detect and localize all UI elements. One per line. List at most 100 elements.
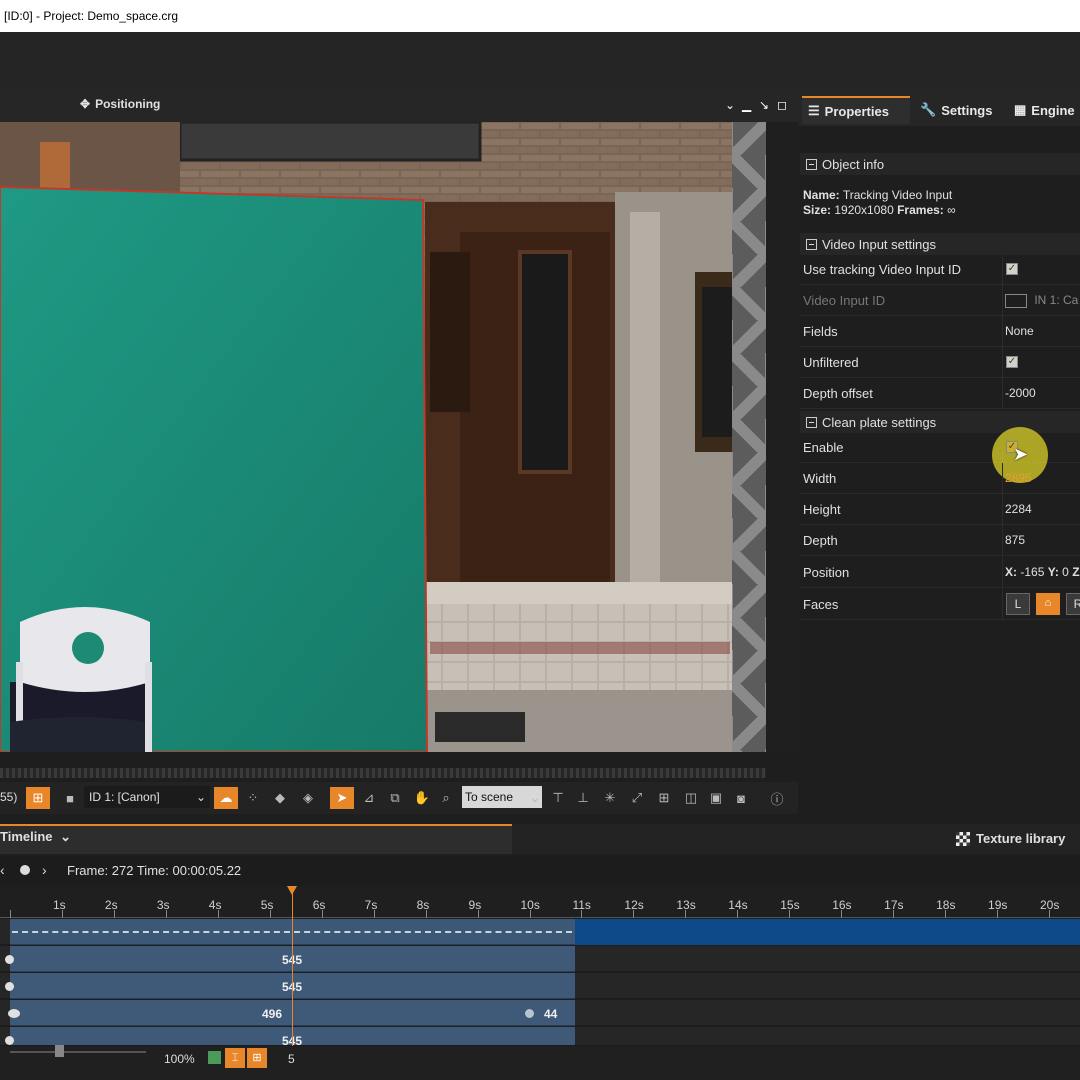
collapse-icon[interactable] <box>806 416 817 428</box>
ruler-label: 2s <box>104 898 118 912</box>
video-input-id-value: IN 1: Ca <box>1005 293 1078 308</box>
ruler-label: 1s <box>52 898 66 912</box>
ruler-label: 8s <box>416 898 430 912</box>
prop-row-video-input-id: Video Input ID IN 1: Ca <box>800 285 1080 316</box>
timeline-tab[interactable] <box>0 824 512 854</box>
fit-timeline-icon[interactable]: ⌶ <box>225 1048 245 1068</box>
depth-offset-value[interactable]: -2000 <box>1005 386 1036 400</box>
fields-value[interactable]: None <box>1005 324 1034 338</box>
align-center-icon[interactable]: ⊥ <box>571 787 595 809</box>
section-object-info[interactable]: Object info <box>800 153 1080 175</box>
section-clean-plate[interactable]: Clean plate settings <box>800 411 1080 433</box>
unfiltered-checkbox[interactable]: ✓ <box>1006 356 1018 368</box>
split-icon[interactable]: ◫ <box>679 787 703 809</box>
collapse-icon[interactable] <box>806 158 817 170</box>
texture-library-tab[interactable]: Texture library <box>956 831 1065 846</box>
use-tracking-checkbox[interactable]: ✓ <box>1006 263 1018 275</box>
grid-icon[interactable]: ⊞ <box>652 787 676 809</box>
viewport-title[interactable]: ✥ Positioning <box>80 97 160 111</box>
zoom-slider-handle[interactable] <box>55 1045 64 1057</box>
keyframe-dot[interactable] <box>5 1036 14 1045</box>
face-left-icon[interactable]: L <box>1006 593 1030 615</box>
measure-icon[interactable]: ⊿ <box>357 787 381 809</box>
face-back-icon[interactable]: ⌂ <box>1036 593 1060 615</box>
zoom-slider[interactable] <box>10 1051 146 1053</box>
tab-engine[interactable]: ▦ Engine <box>1008 96 1080 124</box>
prop-row-depth: Depth 875 <box>800 525 1080 556</box>
nodes-icon[interactable]: ⁘ <box>241 787 265 809</box>
maximize-icon[interactable]: ◻ <box>777 98 787 112</box>
frame-partial: 55) <box>0 790 18 804</box>
prev-frame-icon[interactable]: ‹ <box>0 862 5 878</box>
position-value[interactable]: X: -165 Y: 0 Z <box>1005 565 1080 579</box>
grid-snap-icon[interactable]: ⊞ <box>247 1048 267 1068</box>
viewport-title-label: Positioning <box>95 97 161 111</box>
frame-select-icon[interactable]: ⧉ <box>383 787 407 809</box>
viewport-scrollbar[interactable] <box>766 122 798 752</box>
mouse-cursor-icon: ➤ <box>1013 444 1029 464</box>
fit-icon[interactable]: ⤢ <box>625 787 649 809</box>
keyframe-dot[interactable] <box>525 1009 534 1018</box>
keyframe-dot[interactable] <box>8 1009 20 1018</box>
height-value[interactable]: 2284 <box>1005 502 1032 516</box>
ruler-label: 3s <box>156 898 170 912</box>
object-size-line: Size: 1920x1080 Frames: ∞ <box>803 203 956 217</box>
tab-settings[interactable]: 🔧 Settings <box>914 96 998 124</box>
ruler-label: 15s <box>780 898 800 912</box>
ruler-label: 17s <box>884 898 904 912</box>
ruler-label: 12s <box>624 898 644 912</box>
keyframe-dot[interactable] <box>5 982 14 991</box>
ruler-label: 16s <box>832 898 852 912</box>
prop-row-unfiltered: Unfiltered ✓ <box>800 347 1080 378</box>
cubes-icon[interactable]: ◈ <box>296 787 320 809</box>
keyframe-dot[interactable] <box>5 955 14 964</box>
zoom-icon[interactable]: ⌕ <box>434 787 458 809</box>
chevron-down-icon[interactable]: ⌄ <box>523 787 547 809</box>
ruler-label: 7s <box>364 898 378 912</box>
timeline-title[interactable]: Timeline ⌄ <box>0 829 71 845</box>
chevron-down-icon[interactable]: ⌄ <box>725 98 735 112</box>
hand-icon[interactable]: ✋ <box>410 787 434 809</box>
ruler-label: 11s <box>572 898 591 912</box>
snapshot-icon[interactable]: ◙ <box>729 787 753 809</box>
snap-icon[interactable]: ✳ <box>598 787 622 809</box>
layout-icon[interactable]: ⊞ <box>26 787 50 809</box>
info-icon[interactable]: ⓘ <box>765 787 789 809</box>
scene-viewport[interactable] <box>0 122 732 752</box>
section-video-input[interactable]: Video Input settings <box>800 233 1080 255</box>
width-value[interactable]: 2895 <box>1005 471 1032 485</box>
playhead[interactable] <box>292 890 293 1046</box>
restore-icon[interactable]: ↘ <box>759 98 769 112</box>
safe-area-icon[interactable]: ▣ <box>704 787 728 809</box>
paint-icon[interactable]: ☁ <box>214 787 238 809</box>
track-row: 545 <box>0 973 1080 999</box>
scene-render <box>0 122 732 752</box>
camera-icon[interactable]: ■ <box>58 787 82 809</box>
ruler-label: 10s <box>520 898 540 912</box>
minimize-icon[interactable]: ▁ <box>742 98 751 112</box>
select-arrow-icon[interactable]: ➤ <box>330 787 354 809</box>
menu-bar <box>0 32 1080 90</box>
track-row: 545 <box>0 1027 1080 1046</box>
step-value: 5 <box>288 1052 295 1066</box>
playhead-handle[interactable] <box>287 886 297 895</box>
checker-icon <box>956 831 970 846</box>
face-right-icon[interactable]: R <box>1066 593 1080 615</box>
window-title: [ID:0] - Project: Demo_space.crg <box>0 0 1080 32</box>
camera-select[interactable]: ID 1: [Canon] ⌄ <box>84 786 210 808</box>
ruler-label: 4s <box>208 898 222 912</box>
cube-icon[interactable]: ◆ <box>268 787 292 809</box>
record-icon[interactable] <box>20 865 30 875</box>
image-icon[interactable] <box>208 1051 221 1064</box>
ruler-label: 5s <box>260 898 274 912</box>
tab-properties[interactable]: ☰ Properties <box>802 96 910 124</box>
move-icon: ✥ <box>80 97 91 111</box>
status-bar <box>0 1046 1080 1080</box>
align-top-icon[interactable]: ⊤ <box>546 787 570 809</box>
prop-row-use-tracking: Use tracking Video Input ID ✓ <box>800 254 1080 285</box>
viewport-hscroll[interactable] <box>0 768 766 778</box>
prop-row-position: Position X: -165 Y: 0 Z <box>800 557 1080 588</box>
next-frame-icon[interactable]: › <box>42 862 47 878</box>
collapse-icon[interactable] <box>806 238 817 250</box>
depth-value[interactable]: 875 <box>1005 533 1025 547</box>
